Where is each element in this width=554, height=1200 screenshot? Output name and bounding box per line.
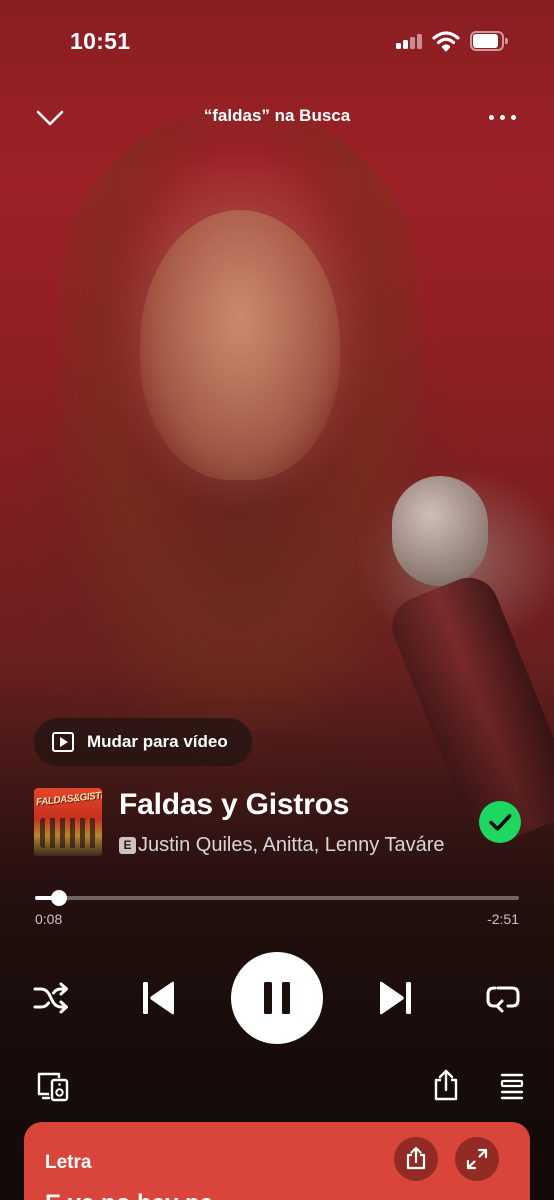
share-button[interactable]	[431, 1068, 461, 1102]
previous-track-button[interactable]	[140, 978, 178, 1018]
repeat-button[interactable]	[484, 980, 522, 1016]
connect-devices-button[interactable]	[36, 1070, 70, 1102]
track-title[interactable]: Faldas y Gistros	[119, 788, 349, 822]
skip-next-icon	[380, 981, 411, 1015]
time-elapsed: 0:08	[35, 911, 63, 927]
pause-button[interactable]	[231, 952, 323, 1044]
album-art[interactable]: FALDAS&GISTROS	[34, 788, 102, 856]
track-artists-row[interactable]: E Justin Quiles, Anitta, Lenny Tavárez	[119, 834, 445, 864]
liked-check-button[interactable]	[479, 801, 521, 843]
status-bar: 10:51	[0, 0, 554, 84]
album-art-text: FALDAS&GISTROS	[35, 788, 102, 809]
devices-icon	[37, 1072, 69, 1102]
explicit-badge: E	[119, 837, 136, 854]
shuffle-icon	[33, 982, 68, 1014]
status-time: 10:51	[70, 28, 131, 54]
battery-icon	[470, 31, 508, 51]
video-icon	[52, 732, 74, 752]
switch-to-video-button[interactable]: Mudar para vídeo	[34, 718, 252, 766]
signal-icon	[396, 33, 424, 49]
playing-from-context[interactable]: “faldas” na Busca	[0, 106, 554, 126]
lyrics-card[interactable]: Letra E ya no hay na	[24, 1122, 530, 1200]
switch-to-video-label: Mudar para vídeo	[87, 732, 228, 751]
queue-icon	[500, 1073, 524, 1100]
share-icon	[406, 1146, 426, 1170]
lyrics-expand-button[interactable]	[455, 1137, 499, 1181]
next-track-button[interactable]	[376, 978, 414, 1018]
more-options-button[interactable]	[482, 106, 522, 130]
skip-previous-icon	[143, 981, 174, 1015]
shuffle-button[interactable]	[32, 980, 70, 1016]
lyrics-first-line: E ya no hay na	[45, 1190, 213, 1200]
check-icon	[489, 814, 512, 831]
share-icon	[434, 1069, 458, 1101]
repeat-icon	[486, 986, 520, 1013]
progress-bar[interactable]	[35, 890, 519, 906]
wifi-icon	[432, 30, 460, 52]
lyrics-share-button[interactable]	[394, 1137, 438, 1181]
album-art-figures	[40, 818, 96, 848]
queue-button[interactable]	[498, 1072, 526, 1100]
lyrics-title: Letra	[45, 1152, 92, 1173]
time-remaining: -2:51	[487, 911, 519, 927]
track-artists: Justin Quiles, Anitta, Lenny Tavárez	[138, 834, 445, 856]
expand-icon	[466, 1148, 488, 1170]
